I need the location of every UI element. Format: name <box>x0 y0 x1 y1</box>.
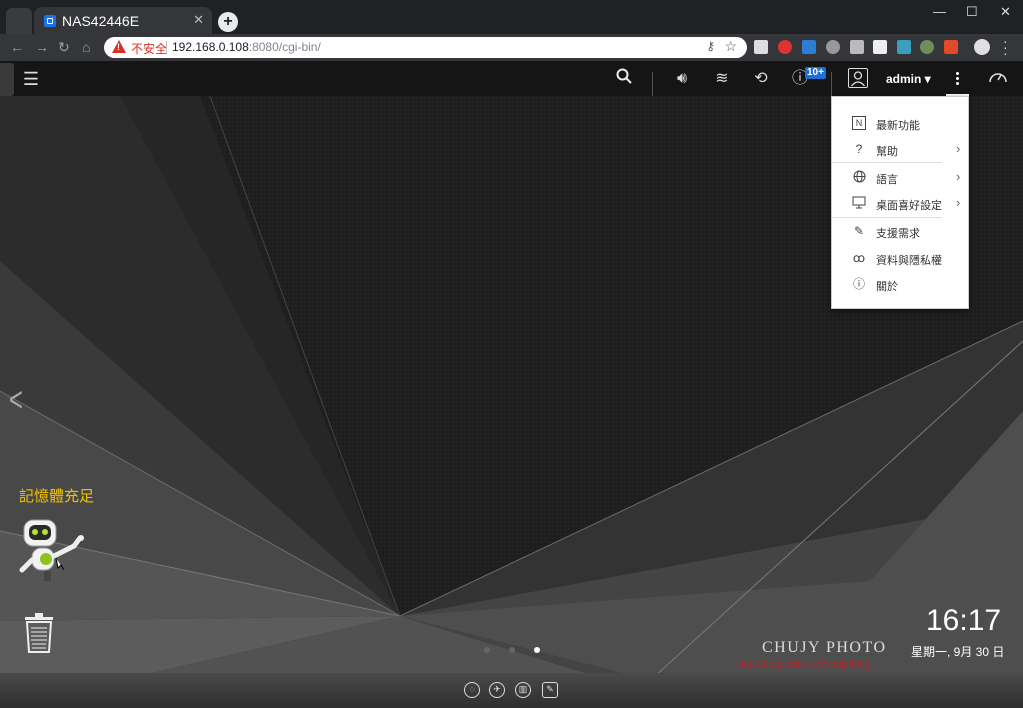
menu-divider <box>832 217 942 218</box>
menu-item-label: 幫助 <box>876 146 898 158</box>
tab-strip-edge <box>6 8 32 34</box>
search-icon[interactable] <box>613 68 635 90</box>
resource-monitor-robot[interactable] <box>18 516 90 588</box>
dock-app-3-icon[interactable]: ▥ <box>515 682 531 698</box>
menu-item-label: 桌面喜好設定 <box>876 200 942 212</box>
menu-item-label: 關於 <box>876 281 898 293</box>
qts-top-bar: ☰ 🔊︎ ≋ ⟲ ⓘ 10+ admin ▾ <box>0 61 1023 96</box>
dock-app-4-icon[interactable]: ✎ <box>542 682 558 698</box>
user-icon[interactable] <box>848 68 868 88</box>
home-icon[interactable]: ⌂ <box>82 39 90 55</box>
globe-icon <box>852 170 866 184</box>
tab-title: NAS42446E <box>62 13 140 29</box>
url-host: 192.168.0.108 <box>172 40 249 54</box>
divider <box>831 72 832 96</box>
qnap-favicon-icon <box>44 15 56 27</box>
extension-icon[interactable] <box>826 40 840 54</box>
volume-icon[interactable]: 🔊︎ <box>671 68 693 90</box>
clock-time: 16:17 <box>926 604 1002 637</box>
extension-icon[interactable] <box>944 40 958 54</box>
address-bar[interactable]: 不安全 192.168.0.108:8080/cgi-bin/ ⚷ ☆ <box>104 37 747 58</box>
url-path: :8080/cgi-bin/ <box>248 40 321 54</box>
watermark-url: http://blog.xuite.net/chujy/blog <box>738 659 871 670</box>
divider <box>652 72 653 96</box>
info-icon: ⓘ <box>852 277 865 291</box>
more-options-icon <box>956 72 959 75</box>
browser-tab[interactable]: NAS42446E ✕ <box>34 7 212 34</box>
profile-avatar[interactable] <box>974 39 990 55</box>
chevron-right-icon: › <box>956 141 961 156</box>
maximize-icon[interactable]: ☐ <box>966 4 978 20</box>
new-tab-button[interactable]: + <box>218 12 238 32</box>
page-dot-3-active[interactable] <box>534 647 540 653</box>
extension-icon[interactable] <box>754 40 768 54</box>
extension-icon[interactable] <box>897 40 911 54</box>
menu-item-whats-new[interactable]: N 最新功能 <box>832 112 970 136</box>
memory-status-text: 記憶體充足 <box>19 488 95 505</box>
minimize-icon[interactable]: — <box>933 4 946 19</box>
back-icon[interactable]: ← <box>10 39 24 55</box>
qts-desktop: ☰ 🔊︎ ≋ ⟲ ⓘ 10+ admin ▾ N 最新功能 ? 幫助 › 語言 … <box>0 61 1023 708</box>
divider <box>166 41 167 54</box>
extension-icon[interactable] <box>873 40 887 54</box>
privacy-icon: ꝏ <box>852 251 866 265</box>
menu-item-desktop-preferences[interactable]: 桌面喜好設定 › <box>832 192 970 216</box>
menu-item-help[interactable]: ? 幫助 › <box>832 138 970 162</box>
warning-icon <box>112 40 126 53</box>
menu-item-label: 支援需求 <box>876 228 920 240</box>
clock-date: 星期一, 9月 30 日 <box>911 645 1005 659</box>
support-icon: ✎ <box>853 224 865 238</box>
main-menu-handle[interactable] <box>0 63 14 96</box>
new-features-icon: N <box>852 116 866 130</box>
hamburger-menu-icon[interactable]: ☰ <box>20 68 42 90</box>
browser-tab-bar: NAS42446E ✕ + — ☐ ✕ <box>0 0 1023 34</box>
recycle-bin-icon[interactable] <box>22 613 56 653</box>
previous-page-arrow[interactable]: < <box>9 383 23 417</box>
bottom-dock: ◌ ✈ ▥ ✎ <box>0 673 1023 708</box>
key-icon[interactable]: ⚷ <box>706 39 715 53</box>
menu-item-language[interactable]: 語言 › <box>832 166 970 190</box>
reload-icon[interactable]: ↻ <box>58 39 70 56</box>
more-options-button[interactable] <box>946 63 969 96</box>
menu-item-label: 資料與隱私權 <box>876 255 942 267</box>
browser-menu-icon[interactable]: · · · <box>1003 34 1008 60</box>
background-tasks-icon[interactable]: ≋ <box>711 68 733 90</box>
dock-app-1-icon[interactable]: ◌ <box>464 682 480 698</box>
menu-item-label: 最新功能 <box>876 120 920 132</box>
notification-badge: 10+ <box>805 67 826 79</box>
close-window-icon[interactable]: ✕ <box>1000 4 1011 20</box>
close-tab-icon[interactable]: ✕ <box>193 12 204 28</box>
menu-item-privacy[interactable]: ꝏ 資料與隱私權 <box>832 247 970 271</box>
chevron-right-icon: › <box>956 195 961 210</box>
adblock-icon[interactable] <box>778 40 792 54</box>
page-dot-2[interactable] <box>509 647 515 653</box>
photo-watermark: CHUJY PHOTO <box>762 639 887 656</box>
monitor-icon <box>852 196 866 210</box>
bookmark-star-icon[interactable]: ☆ <box>724 38 737 55</box>
dashboard-icon[interactable] <box>987 68 1009 90</box>
extension-icon[interactable] <box>920 40 934 54</box>
insecure-label: 不安全 <box>131 42 168 56</box>
browser-toolbar: ← → ↻ ⌂ 不安全 192.168.0.108:8080/cgi-bin/ … <box>0 34 1023 61</box>
dock-app-2-icon[interactable]: ✈ <box>489 682 505 698</box>
user-menu-button[interactable]: admin ▾ <box>886 72 931 86</box>
menu-item-support[interactable]: ✎ 支援需求 <box>832 220 970 244</box>
sync-icon[interactable]: ⟲ <box>750 68 772 90</box>
page-dot-1[interactable] <box>484 647 490 653</box>
extension-icon[interactable] <box>850 40 864 54</box>
menu-item-label: 語言 <box>876 174 898 186</box>
more-options-menu: N 最新功能 ? 幫助 › 語言 › 桌面喜好設定 › ✎ 支援需求 ꝏ 資料與… <box>831 96 969 309</box>
menu-divider <box>832 162 942 163</box>
help-icon: ? <box>855 142 863 156</box>
menu-item-about[interactable]: ⓘ 關於 <box>832 273 970 297</box>
extension-icon[interactable] <box>802 40 816 54</box>
url-text[interactable]: 192.168.0.108:8080/cgi-bin/ <box>172 40 321 54</box>
forward-icon[interactable]: → <box>35 39 49 55</box>
chevron-right-icon: › <box>956 169 961 184</box>
